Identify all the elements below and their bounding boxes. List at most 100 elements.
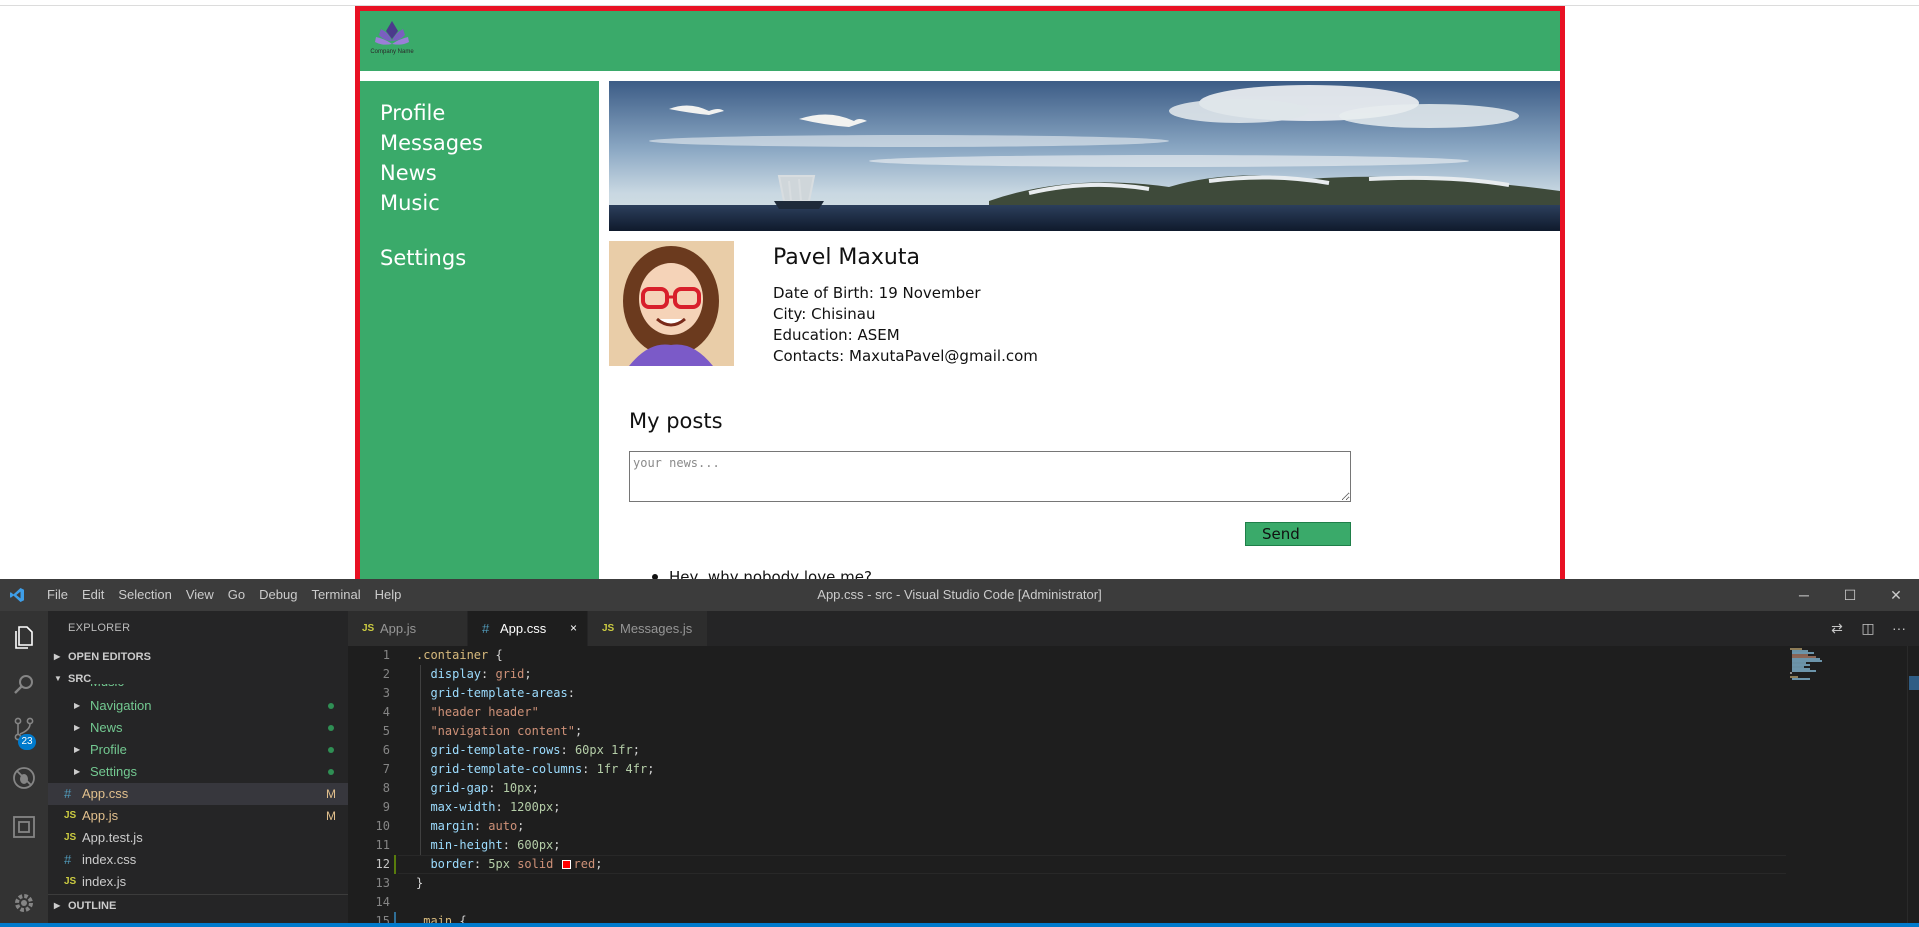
app-container: Company Name Profile Messages News Music… bbox=[355, 6, 1565, 579]
editor-tab-bar: JS App.js # App.css × JS Messages.js ⇄ ◫… bbox=[348, 611, 1919, 646]
profile-contacts: Contacts: MaxutaPavel@gmail.com bbox=[773, 347, 1038, 365]
line-number: 11 bbox=[375, 838, 390, 852]
modified-dot bbox=[328, 703, 334, 709]
minimap[interactable] bbox=[1786, 646, 1896, 927]
tab-messages-js[interactable]: JS Messages.js bbox=[588, 611, 708, 646]
tree-file-app-test-js[interactable]: JS App.test.js bbox=[48, 827, 348, 849]
split-editor-icon[interactable]: ◫ bbox=[1853, 611, 1883, 646]
vscode-window: File Edit Selection View Go Debug Termin… bbox=[0, 579, 1919, 927]
open-changes-icon[interactable]: ⇄ bbox=[1822, 611, 1852, 646]
company-logo-text: Company Name bbox=[370, 49, 414, 55]
nav-link-music[interactable]: Music bbox=[380, 188, 599, 218]
current-line-highlight bbox=[398, 855, 1798, 874]
modified-dot bbox=[328, 725, 334, 731]
my-posts-section: My posts Send Hey, why nobody love me? bbox=[629, 406, 1351, 579]
js-file-icon: JS bbox=[362, 623, 375, 634]
explorer-sidebar: EXPLORER ▶ OPEN EDITORS ▼ SRC Music ▶ Na… bbox=[48, 611, 348, 927]
menu-view[interactable]: View bbox=[179, 579, 221, 611]
nav-link-news[interactable]: News bbox=[380, 158, 599, 188]
tab-label: Messages.js bbox=[620, 621, 693, 636]
code-editor[interactable]: .container { display: grid; grid-templat… bbox=[398, 646, 1798, 927]
line-number: 10 bbox=[375, 819, 390, 833]
tree-folder-news[interactable]: ▶ News bbox=[48, 717, 348, 739]
sidebar-navigation: Profile Messages News Music Settings bbox=[360, 81, 599, 579]
nav-link-messages[interactable]: Messages bbox=[380, 128, 599, 158]
file-label: App.css bbox=[82, 786, 129, 801]
settings-gear-icon[interactable] bbox=[10, 889, 38, 917]
git-modified-status: M bbox=[326, 787, 336, 801]
search-icon[interactable] bbox=[10, 671, 38, 699]
modified-dot bbox=[328, 769, 334, 775]
vscode-logo-icon[interactable] bbox=[9, 587, 25, 603]
code-line-current: border: 5px solid red; bbox=[430, 857, 603, 871]
line-number: 1 bbox=[382, 648, 390, 662]
line-number: 5 bbox=[382, 724, 390, 738]
tab-app-css[interactable]: # App.css × bbox=[468, 611, 588, 646]
chevron-right-icon: ▶ bbox=[74, 767, 81, 776]
tree-folder-music[interactable]: Music bbox=[48, 684, 348, 694]
nav-link-settings[interactable]: Settings bbox=[380, 243, 599, 273]
profile-city: City: Chisinau bbox=[773, 305, 876, 323]
close-tab-icon[interactable]: × bbox=[570, 611, 577, 646]
status-bar bbox=[0, 923, 1919, 927]
send-post-button[interactable]: Send bbox=[1245, 522, 1351, 546]
chevron-right-icon: ▶ bbox=[54, 901, 61, 910]
line-number-gutter: 1 2 3 4 5 6 7 8 9 10 11 12 13 14 15 bbox=[348, 646, 398, 927]
code-line: "header header" bbox=[430, 705, 539, 719]
code-line: display: grid; bbox=[430, 667, 532, 681]
tree-file-app-js[interactable]: JS App.js M bbox=[48, 805, 348, 827]
menu-terminal[interactable]: Terminal bbox=[304, 579, 367, 611]
chevron-right-icon: ▶ bbox=[54, 652, 61, 661]
editor-scrollbar[interactable] bbox=[1907, 646, 1919, 927]
tree-file-index-js[interactable]: JS index.js bbox=[48, 871, 348, 893]
line-number: 8 bbox=[382, 781, 390, 795]
extensions-icon[interactable] bbox=[10, 813, 38, 841]
profile-name: Pavel Maxuta bbox=[773, 245, 920, 270]
tree-file-app-css[interactable]: # App.css M bbox=[48, 783, 348, 805]
browser-viewport: Company Name Profile Messages News Music… bbox=[0, 0, 1919, 579]
code-line: } bbox=[416, 876, 424, 890]
code-line: min-height: 600px; bbox=[430, 838, 561, 852]
code-line: max-width: 1200px; bbox=[430, 800, 561, 814]
menu-go[interactable]: Go bbox=[221, 579, 252, 611]
maximize-button[interactable]: ☐ bbox=[1827, 579, 1873, 611]
close-window-button[interactable]: ✕ bbox=[1873, 579, 1919, 611]
post-list: Hey, why nobody love me? bbox=[649, 566, 1249, 579]
js-file-icon: JS bbox=[64, 832, 77, 843]
tree-folder-settings[interactable]: ▶ Settings bbox=[48, 761, 348, 783]
git-gutter-modified-marker bbox=[394, 855, 396, 874]
color-swatch-red[interactable] bbox=[561, 860, 571, 869]
folder-label: Settings bbox=[90, 764, 137, 779]
js-file-icon: JS bbox=[64, 810, 77, 821]
tree-file-index-css[interactable]: # index.css bbox=[48, 849, 348, 871]
scrollbar-thumb[interactable] bbox=[1909, 676, 1919, 690]
chevron-right-icon: ▶ bbox=[74, 723, 81, 732]
tree-folder-navigation[interactable]: ▶ Navigation bbox=[48, 695, 348, 717]
outline-section[interactable]: ▶ OUTLINE bbox=[48, 894, 348, 916]
tab-app-js[interactable]: JS App.js bbox=[348, 611, 468, 646]
activity-bar: 23 bbox=[0, 611, 48, 927]
line-number: 2 bbox=[382, 667, 390, 681]
code-line: margin: auto; bbox=[430, 819, 525, 833]
profile-info: Pavel Maxuta Date of Birth: 19 November … bbox=[773, 243, 1038, 367]
menu-selection[interactable]: Selection bbox=[111, 579, 178, 611]
menu-help[interactable]: Help bbox=[368, 579, 409, 611]
profile-avatar[interactable] bbox=[609, 241, 734, 366]
open-editors-section[interactable]: ▶ OPEN EDITORS bbox=[48, 646, 348, 668]
file-label: App.test.js bbox=[82, 830, 143, 845]
minimize-button[interactable]: ─ bbox=[1781, 579, 1827, 611]
debug-icon[interactable] bbox=[10, 764, 38, 792]
new-post-textarea[interactable] bbox=[629, 451, 1351, 502]
chevron-right-icon: ▶ bbox=[74, 745, 81, 754]
tree-folder-profile[interactable]: ▶ Profile bbox=[48, 739, 348, 761]
menu-debug[interactable]: Debug bbox=[252, 579, 304, 611]
code-line: grid-template-columns: 1fr 4fr; bbox=[430, 762, 655, 776]
more-actions-icon[interactable]: ··· bbox=[1884, 611, 1914, 646]
menu-file[interactable]: File bbox=[40, 579, 75, 611]
menu-edit[interactable]: Edit bbox=[75, 579, 111, 611]
explorer-files-icon[interactable] bbox=[10, 623, 38, 651]
nav-link-profile[interactable]: Profile bbox=[380, 98, 599, 128]
file-label: index.css bbox=[82, 852, 137, 867]
chevron-right-icon: ▶ bbox=[74, 701, 81, 710]
css-file-icon: # bbox=[482, 621, 490, 636]
